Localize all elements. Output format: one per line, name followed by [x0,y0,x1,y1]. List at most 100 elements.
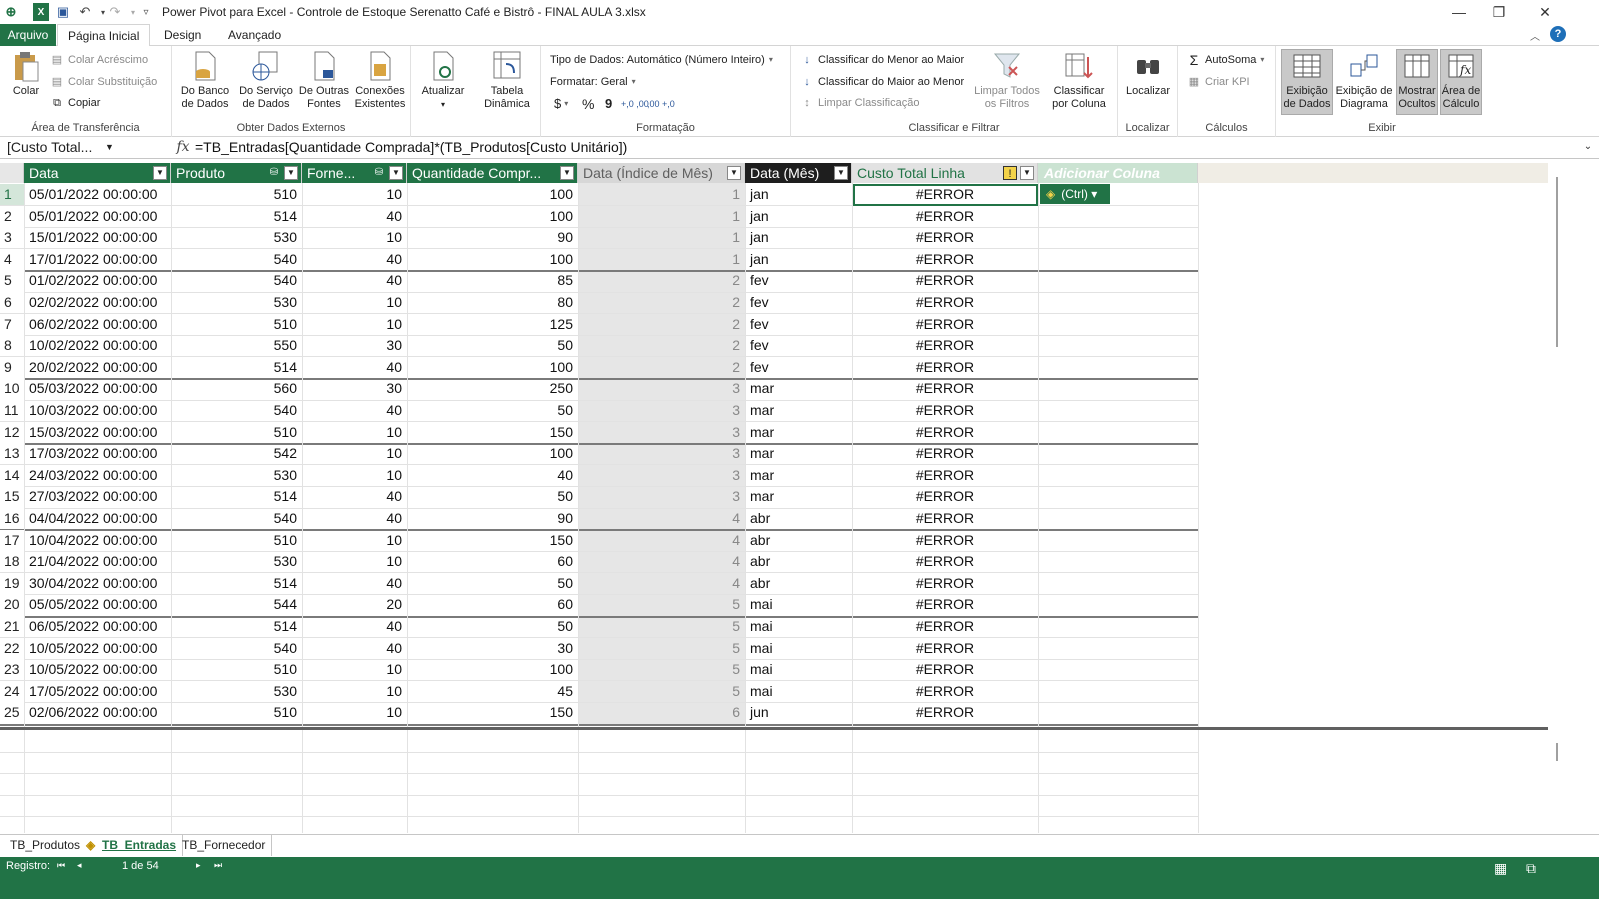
table-cell[interactable]: #ERROR [852,206,1038,227]
table-cell[interactable]: 30 [302,378,407,399]
table-cell[interactable]: 10 [302,184,407,205]
table-cell[interactable]: mar [745,486,852,507]
table-cell[interactable]: mai [745,616,852,637]
calculation-area-button[interactable]: fx Área de Cálculo [1440,49,1482,115]
row-header[interactable]: 19 [0,572,24,594]
table-cell[interactable]: 40 [302,400,407,421]
column-header[interactable]: Quantidade Compr... ▼ [407,163,578,183]
table-cell[interactable]: 40 [302,486,407,507]
from-database-button[interactable]: Do Banco de Dados [176,50,234,111]
vertical-scrollbar[interactable] [1548,163,1566,833]
show-hidden-button[interactable]: Mostrar Ocultos [1396,49,1438,115]
table-cell[interactable]: 40 [302,357,407,378]
diagram-view-status-icon[interactable]: ⧉ [1526,860,1536,877]
table-cell[interactable]: 3 [578,400,745,421]
warning-icon[interactable]: ! [1003,166,1017,180]
table-cell[interactable]: 510 [171,314,302,335]
table-cell[interactable]: 5 [578,616,745,637]
table-cell[interactable]: #ERROR [852,400,1038,421]
table-cell[interactable]: 10 [302,530,407,551]
table-cell[interactable]: mar [745,378,852,399]
sheet-tab-tb-produtos[interactable]: TB_Produtos [4,835,88,856]
table-cell[interactable]: 514 [171,206,302,227]
table-cell[interactable]: 3 [578,486,745,507]
autosum-button[interactable]: Σ AutoSoma ▾ [1187,50,1265,70]
table-cell[interactable]: 560 [171,378,302,399]
table-cell[interactable]: #ERROR [852,249,1038,270]
table-cell[interactable]: #ERROR [852,378,1038,399]
table-cell[interactable]: 40 [302,573,407,594]
row-header[interactable]: 5 [0,270,24,292]
table-cell[interactable]: 530 [171,465,302,486]
tab-pagina-inicial[interactable]: Página Inicial [57,24,151,47]
row-header[interactable]: 23 [0,659,24,681]
table-cell[interactable]: 30 [407,638,578,659]
table-cell[interactable]: fev [745,314,852,335]
tab-design[interactable]: Design [154,24,211,46]
table-cell[interactable]: #ERROR [852,508,1038,529]
column-header[interactable]: Custo Total Linha! ▼ [852,163,1038,183]
table-cell[interactable]: 40 [302,249,407,270]
table-cell[interactable]: 40 [302,508,407,529]
row-header[interactable]: 14 [0,464,24,486]
table-cell[interactable]: #ERROR [852,681,1038,702]
refresh-button[interactable]: Atualizar ▾ [417,50,469,111]
restore-button[interactable]: ❐ [1476,0,1522,24]
table-cell[interactable]: 20/02/2022 00:00:00 [24,357,171,378]
table-cell[interactable]: 05/01/2022 00:00:00 [24,184,171,205]
table-cell[interactable]: 10/04/2022 00:00:00 [24,530,171,551]
table-cell[interactable]: 542 [171,443,302,464]
table-cell[interactable]: 514 [171,357,302,378]
table-cell[interactable]: #ERROR [852,270,1038,291]
table-cell[interactable]: 80 [407,292,578,313]
table-cell[interactable]: 90 [407,227,578,248]
table-cell[interactable]: 06/02/2022 00:00:00 [24,314,171,335]
table-cell[interactable]: 540 [171,508,302,529]
table-cell[interactable]: #ERROR [852,314,1038,335]
table-cell[interactable]: 4 [578,551,745,572]
table-cell[interactable]: 60 [407,594,578,615]
row-header[interactable]: 20 [0,594,24,616]
table-cell[interactable]: 150 [407,422,578,443]
table-cell[interactable]: fev [745,335,852,356]
column-header[interactable]: Produto ⛁ ▼ [171,163,302,183]
row-header[interactable]: 13 [0,443,24,465]
data-view-button[interactable]: Exibição de Dados [1281,49,1333,115]
table-cell[interactable]: 250 [407,378,578,399]
paste-replace-button[interactable]: ▤ Colar Substituição [50,72,157,92]
table-cell[interactable]: 100 [407,206,578,227]
table-cell[interactable]: #ERROR [852,573,1038,594]
row-header[interactable]: 24 [0,680,24,702]
table-cell[interactable]: 10 [302,702,407,723]
table-cell[interactable]: #ERROR [852,422,1038,443]
sheet-tab-tb-entradas[interactable]: ◈ TB_Entradas [82,835,184,856]
table-cell[interactable]: jan [745,206,852,227]
table-cell[interactable]: fev [745,292,852,313]
tab-arquivo[interactable]: Arquivo [0,24,56,46]
collapse-ribbon-icon[interactable]: ︿ [1530,28,1540,43]
row-header[interactable]: 1 [0,184,24,205]
table-cell[interactable]: 20 [302,594,407,615]
table-cell[interactable]: 1 [578,249,745,270]
table-cell[interactable]: 90 [407,508,578,529]
decrease-decimal-button[interactable]: ,00 +,0 [647,94,675,114]
table-cell[interactable]: #ERROR [852,486,1038,507]
name-box-dropdown-icon[interactable]: ▼ [105,138,119,157]
row-header[interactable]: 8 [0,335,24,357]
table-cell[interactable]: 10 [302,465,407,486]
table-cell[interactable]: mar [745,422,852,443]
table-cell[interactable]: 510 [171,659,302,680]
table-cell[interactable]: jan [745,227,852,248]
table-cell[interactable]: 100 [407,184,578,205]
table-cell[interactable]: 540 [171,270,302,291]
format-dropdown[interactable]: Formatar: Geral ▾ [550,72,636,92]
table-cell[interactable]: 10/05/2022 00:00:00 [24,659,171,680]
table-cell[interactable]: 540 [171,400,302,421]
excel-icon[interactable]: X [33,3,49,21]
table-cell[interactable]: #ERROR [852,227,1038,248]
row-header[interactable]: 4 [0,248,24,270]
table-cell[interactable]: #ERROR [852,702,1038,723]
table-cell[interactable]: 530 [171,551,302,572]
table-cell[interactable]: 2 [578,270,745,291]
table-cell[interactable]: abr [745,551,852,572]
